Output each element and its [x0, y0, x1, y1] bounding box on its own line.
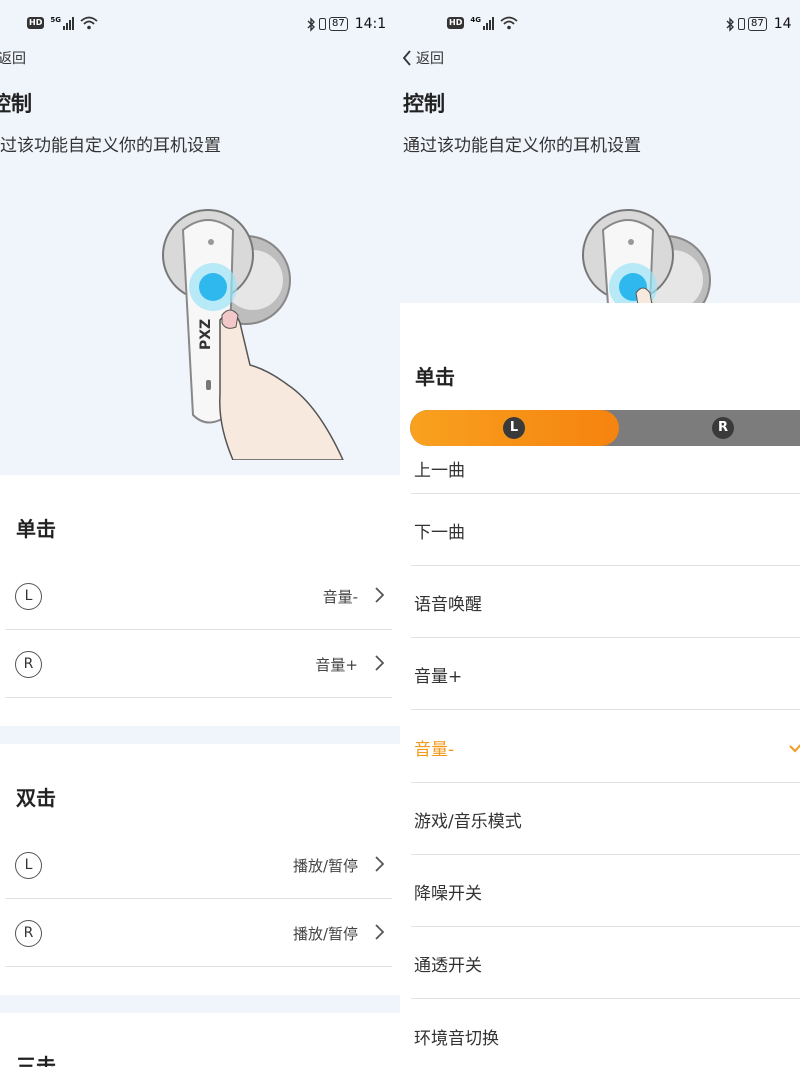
single-tap-right-row[interactable]: R 音量+ [5, 630, 392, 698]
double-tap-left-row[interactable]: L 播放/暂停 [5, 831, 392, 899]
svg-text:PXZ: PXZ [198, 319, 214, 350]
clock: 14 [773, 16, 792, 32]
signal-icon: 4G [470, 16, 494, 30]
option-label: 降噪开关 [414, 884, 482, 904]
option-label: 下一曲 [414, 523, 465, 543]
option-item[interactable]: 通透开关 [411, 927, 800, 999]
section-title-triple-tap: 三击 [16, 1054, 56, 1067]
option-item[interactable]: 下一曲 [411, 494, 800, 566]
earbud-segmented-control-overlay: L R [410, 410, 800, 446]
option-item[interactable]: 音量+ [411, 638, 800, 710]
page-subtitle: 通过该功能自定义你的耳机设置 [0, 136, 221, 156]
back-label: 返回 [416, 51, 444, 67]
row-value: 播放/暂停 [292, 925, 358, 943]
option-label: 环境音切换 [414, 1029, 499, 1049]
chevron-right-icon [375, 587, 384, 603]
hd-badge: HD [447, 17, 465, 29]
battery-mini-icon [319, 18, 326, 30]
battery-level: 87 [329, 17, 348, 31]
section-title-double-tap: 双击 [16, 786, 56, 810]
wifi-icon [500, 16, 518, 30]
option-item[interactable]: 游戏/音乐模式 [411, 783, 800, 855]
option-item-selected[interactable]: 音量- [411, 711, 800, 783]
picker-title: 单击 [415, 365, 455, 389]
option-label: 语音唤醒 [414, 595, 482, 615]
chevron-right-icon [375, 924, 384, 940]
right-earbud-icon: R [15, 920, 42, 947]
option-item[interactable]: 环境音切换 [411, 1000, 800, 1067]
chevron-right-icon [375, 655, 384, 671]
back-button[interactable]: 返回 [0, 48, 26, 68]
option-item[interactable]: 降噪开关 [411, 855, 800, 927]
left-earbud-icon: L [15, 583, 42, 610]
earbud-illustration: PXZ [162, 209, 344, 460]
chevron-left-icon [402, 50, 411, 66]
signal-icon: 5G [50, 16, 74, 30]
single-tap-left-row[interactable]: L 音量- [5, 562, 392, 630]
row-value: 播放/暂停 [292, 857, 358, 875]
page-title: 控制 [403, 92, 445, 116]
bluetooth-icon [726, 16, 734, 32]
option-picker-sheet: 单击 L R 上一曲 L R 下一曲 语音唤醒 音量+ 音量- [400, 303, 800, 1067]
double-tap-right-row[interactable]: R 播放/暂停 [5, 899, 392, 967]
option-label: 音量+ [414, 667, 463, 687]
control-screen: HD 5G 87 14:1 返回 控制 通过该功能自定义你的耳机设置 PXZ 单… [0, 0, 400, 1067]
option-label: 通透开关 [414, 956, 482, 976]
battery-level: 87 [748, 17, 767, 31]
page-subtitle: 通过该功能自定义你的耳机设置 [403, 136, 641, 156]
control-screen-with-picker: HD 4G 87 14 返回 控制 通过该功能自定义你的耳机设置 单击 上一曲 … [400, 0, 800, 1067]
left-earbud-icon: L [15, 852, 42, 879]
row-value: 音量- [322, 588, 358, 606]
option-label: 音量- [414, 740, 455, 760]
back-button[interactable]: 返回 [402, 48, 444, 68]
earbud-illustration [582, 209, 711, 305]
battery-mini-icon [738, 18, 745, 30]
status-bar: HD 4G 87 14 [400, 14, 800, 36]
section-divider [0, 726, 400, 744]
back-label: 返回 [0, 51, 26, 67]
chevron-right-icon [375, 856, 384, 872]
section-divider [0, 995, 400, 1013]
wifi-icon [80, 16, 98, 30]
section-title-single-tap: 单击 [16, 517, 56, 541]
hd-badge: HD [27, 17, 45, 29]
status-bar: HD 5G 87 14:1 [0, 14, 400, 36]
option-item[interactable]: 语音唤醒 [411, 566, 800, 638]
clock: 14:1 [354, 16, 387, 32]
right-earbud-icon: R [15, 651, 42, 678]
page-title: 控制 [0, 92, 32, 116]
bluetooth-icon [307, 16, 315, 32]
checkmark-icon [789, 743, 800, 753]
row-value: 音量+ [315, 656, 358, 674]
option-label: 上一曲 [414, 461, 465, 481]
option-label: 游戏/音乐模式 [414, 812, 522, 832]
